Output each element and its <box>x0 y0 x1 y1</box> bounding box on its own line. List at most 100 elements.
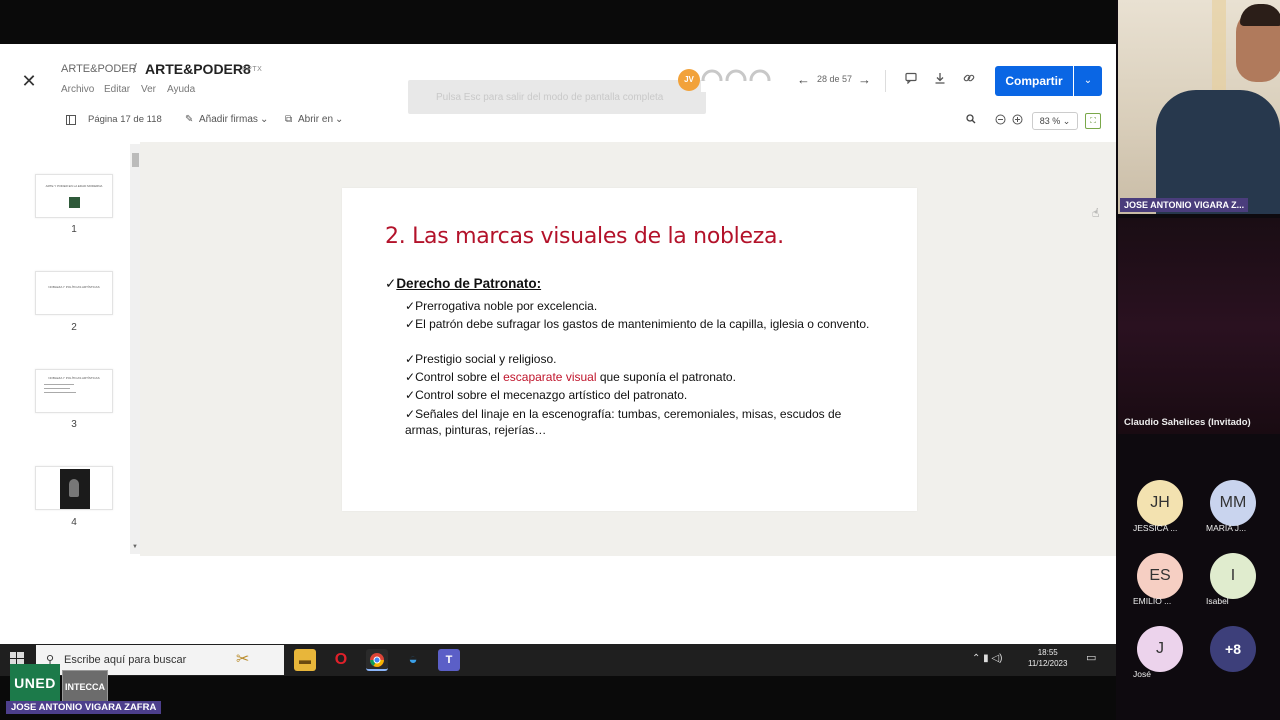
slide-bullet: ✓Control sobre el escaparate visual que … <box>405 370 736 384</box>
slide-bullet: ✓Prestigio social y religioso. <box>405 352 557 366</box>
menu-ayuda[interactable]: Ayuda <box>167 84 195 95</box>
thumbnail-number: 3 <box>71 419 77 430</box>
menu-archivo[interactable]: Archivo <box>61 84 94 95</box>
fullscreen-tip-text: Pulsa Esc para salir del modo de pantall… <box>436 92 664 103</box>
signature-icon[interactable]: ✎ <box>185 114 193 125</box>
thumbnail-line <box>44 392 76 393</box>
presentation-slide: 2. Las marcas visuales de la nobleza. ✓D… <box>342 188 917 511</box>
participant-avatar[interactable]: I <box>1210 553 1256 599</box>
participant-avatar[interactable]: JH <box>1137 480 1183 526</box>
user-placeholder-icon <box>701 68 723 92</box>
comment-icon[interactable] <box>902 71 920 89</box>
slide-bullet: ✓Señales del linaje en la escenografía: … <box>405 407 842 437</box>
thumbnail-text: NOBLEZA Y POLÍTICAS ARTÍSTICAS <box>48 285 100 289</box>
open-in-button[interactable]: Abrir en <box>298 114 333 125</box>
slide-heading: ✓Derecho de Patronato: <box>385 276 541 292</box>
participant-name: MARIA J... <box>1206 523 1247 533</box>
speaker-name-tag: JOSE ANTONIO VIGARA Z... <box>1120 198 1249 212</box>
thumbnail-sidebar: ARTE Y PODER EN LA EDAD MODERNA 1 NOBLEZ… <box>0 142 140 556</box>
document-title[interactable]: ARTE&PODER8 <box>145 61 251 77</box>
participant-avatar[interactable]: ES <box>1137 553 1183 599</box>
shared-screen: ✕ ARTE&PODER / ARTE&PODER8 PPTX Archivo … <box>0 44 1116 676</box>
thumbnail-4[interactable] <box>35 466 113 510</box>
user-placeholder-icon <box>725 68 747 92</box>
slide-title: 2. Las marcas visuales de la nobleza. <box>385 224 784 249</box>
participant-avatar[interactable]: MM <box>1210 480 1256 526</box>
page-indicator: Página 17 de 118 <box>88 114 162 125</box>
notification-icon[interactable]: ▭ <box>1086 651 1096 664</box>
thumbnail-text: ARTE Y PODER EN LA EDAD MODERNA <box>45 184 103 188</box>
participant-name: Isabel <box>1206 596 1229 606</box>
check-icon: ✓ <box>385 276 397 291</box>
file-explorer-icon[interactable]: ▬ <box>294 649 316 671</box>
clock-time: 18:55 <box>1037 648 1058 657</box>
chevron-down-icon[interactable]: ⌄ <box>1074 66 1102 96</box>
thumbnail-3[interactable]: NOBLEZA Y POLÍTICAS ARTÍSTICAS <box>35 369 113 413</box>
open-external-icon[interactable]: ⧉ <box>285 114 292 125</box>
zoom-select[interactable]: 83 % ⌄ <box>1032 112 1078 130</box>
uned-logo: UNED <box>10 664 60 702</box>
cursor-icon: ☝ <box>1092 206 1100 220</box>
edge-icon[interactable]: ◒ <box>402 649 424 671</box>
add-signatures-button[interactable]: Añadir firmas <box>199 114 258 125</box>
thumbnail-2[interactable]: NOBLEZA Y POLÍTICAS ARTÍSTICAS <box>35 271 113 315</box>
user-placeholder-icon <box>749 68 771 92</box>
speaker-video[interactable] <box>1118 0 1280 214</box>
speaker-hair <box>1240 4 1280 26</box>
avatar[interactable]: JV <box>678 69 700 91</box>
opera-icon[interactable]: O <box>330 649 352 671</box>
participant-name: JESSICA ... <box>1133 523 1178 533</box>
system-tray-icons[interactable]: ⌃ ▮ ◁) <box>972 653 1002 664</box>
thumbnail-image <box>69 197 80 208</box>
teams-icon[interactable]: T <box>438 649 460 671</box>
chevron-down-icon[interactable]: ⌄ <box>335 114 343 125</box>
zoom-in-icon[interactable] <box>1012 114 1023 128</box>
sidebar-toggle-icon[interactable] <box>66 115 76 128</box>
slide-bullet: ✓El patrón debe sufragar los gastos de m… <box>405 317 870 331</box>
thumbnail-line <box>44 388 70 389</box>
participant-video[interactable] <box>1118 218 1280 434</box>
thumbnail-image <box>60 469 90 509</box>
breadcrumb-separator: / <box>133 60 137 76</box>
menu-editar[interactable]: Editar <box>104 84 130 95</box>
chevron-down-icon[interactable]: ⌄ <box>260 114 268 125</box>
fullscreen-tip: Pulsa Esc para salir del modo de pantall… <box>408 80 706 114</box>
thumbnail-text: NOBLEZA Y POLÍTICAS ARTÍSTICAS <box>48 376 100 380</box>
fit-screen-icon[interactable]: ⛶ <box>1085 113 1101 129</box>
more-participants-button[interactable]: +8 <box>1210 626 1256 672</box>
zoom-out-icon[interactable] <box>995 114 1006 128</box>
slide-heading-text: Derecho de Patronato: <box>396 276 542 291</box>
menu-ver[interactable]: Ver <box>141 84 156 95</box>
file-extension: PPTX <box>242 66 263 73</box>
empty-area <box>0 556 1116 644</box>
highlighted-text: escaparate visual <box>503 370 597 384</box>
link-icon[interactable] <box>960 71 978 89</box>
thumbnail-line <box>44 384 74 385</box>
participant-avatar[interactable]: J <box>1137 626 1183 672</box>
taskbar-clock[interactable]: 18:55 11/12/2023 <box>1028 647 1067 669</box>
close-icon[interactable]: ✕ <box>18 70 40 92</box>
share-button[interactable]: Compartir <box>995 66 1073 96</box>
presenter-name-tag: JOSE ANTONIO VIGARA ZAFRA <box>6 701 162 714</box>
breadcrumb-parent[interactable]: ARTE&PODER <box>61 63 137 75</box>
thumbnail-number: 4 <box>71 517 77 528</box>
taskbar-search-placeholder: Escribe aquí para buscar <box>64 654 187 666</box>
participant-name: Claudio Sahelices (Invitado) <box>1124 417 1251 428</box>
thumbnail-number: 1 <box>71 224 77 235</box>
thumbnail-1[interactable]: ARTE Y PODER EN LA EDAD MODERNA <box>35 174 113 218</box>
search-icon[interactable] <box>966 114 976 127</box>
scroll-down-icon[interactable]: ▼ <box>132 544 138 550</box>
scrollbar[interactable] <box>130 144 140 554</box>
participant-name: José <box>1133 669 1151 679</box>
speaker-body <box>1156 90 1280 214</box>
arrow-left-icon[interactable]: ← <box>797 72 810 87</box>
arrow-right-icon[interactable]: → <box>858 72 871 87</box>
search-highlight-icon: ✂ <box>236 651 250 668</box>
clock-date: 11/12/2023 <box>1028 659 1068 668</box>
participant-name: EMILIO ... <box>1133 596 1172 606</box>
chrome-icon[interactable] <box>366 649 388 671</box>
app-header: ✕ ARTE&PODER / ARTE&PODER8 PPTX Archivo … <box>0 44 1116 144</box>
slide-bullet: ✓Prerrogativa noble por excelencia. <box>405 299 598 313</box>
download-icon[interactable] <box>931 71 949 89</box>
scrollbar-thumb[interactable] <box>132 153 139 167</box>
